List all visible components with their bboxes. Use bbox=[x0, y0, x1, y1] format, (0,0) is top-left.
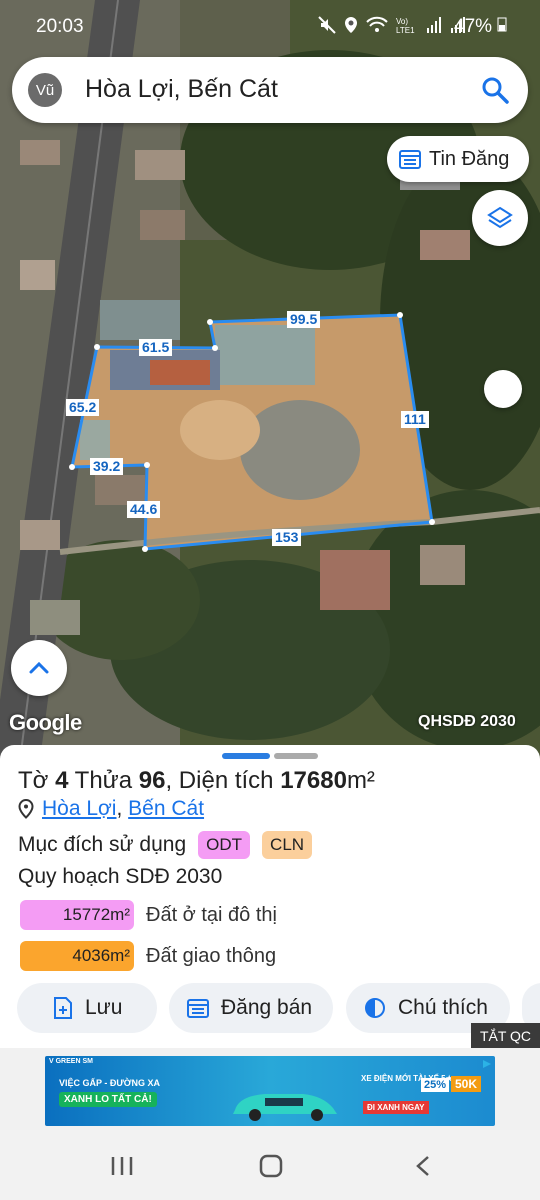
edge-length-label: 99.5 bbox=[287, 311, 321, 328]
status-bar: 20:03 Vo) LTE1 47% bbox=[0, 0, 540, 52]
ad-car-image bbox=[233, 1094, 337, 1121]
listing-icon bbox=[187, 999, 209, 1018]
search-query[interactable]: Hòa Lợi, Bến Cát bbox=[85, 75, 278, 104]
recents-icon[interactable] bbox=[110, 1155, 134, 1177]
purpose-chip-odt[interactable]: ODT bbox=[198, 831, 251, 859]
svg-text:LTE1: LTE1 bbox=[396, 26, 415, 34]
purpose-chip-cln[interactable]: CLN bbox=[262, 831, 313, 859]
sheet-handle-active[interactable] bbox=[222, 753, 270, 759]
purpose-label: Mục đích sử dụng bbox=[18, 833, 187, 856]
mute-icon bbox=[318, 16, 336, 34]
ward-link[interactable]: Hòa Lợi bbox=[42, 797, 116, 820]
land-use-purpose: Mục đích sử dụng ODT CLN bbox=[18, 831, 313, 859]
edge-length-label: 111 bbox=[401, 411, 429, 428]
screen: 99.5 61.5 65.2 111 39.2 44.6 153 20:03 V… bbox=[0, 0, 540, 1200]
edge-length-label: 65.2 bbox=[66, 399, 100, 416]
satellite-map[interactable]: 99.5 61.5 65.2 111 39.2 44.6 153 20:03 V… bbox=[0, 0, 540, 760]
sheet-number: 4 bbox=[55, 767, 69, 794]
contrast-icon bbox=[365, 998, 385, 1018]
ad-banner[interactable]: V GREEN SM VIỆC GẤP - ĐƯỜNG XA XANH LO T… bbox=[45, 1056, 495, 1126]
ad-promo-amount: 50K bbox=[451, 1076, 482, 1092]
parcel-summary: Tờ 4 Thửa 96, Diện tích 17680m² bbox=[18, 767, 375, 794]
home-icon[interactable] bbox=[259, 1154, 283, 1178]
edge-length-label: 39.2 bbox=[90, 458, 124, 475]
add-file-icon bbox=[54, 997, 72, 1019]
save-button[interactable]: Lưu bbox=[17, 983, 157, 1033]
post-for-sale-button[interactable]: Đăng bán bbox=[169, 983, 333, 1033]
plan-legend-row: 4036m² Đất giao thông bbox=[20, 941, 276, 971]
legend-label: Đất giao thông bbox=[146, 944, 277, 967]
close-ad-button[interactable]: TẮT QC bbox=[471, 1023, 540, 1049]
tin-dang-button[interactable]: Tin Đăng bbox=[387, 136, 529, 182]
layers-icon bbox=[487, 206, 513, 229]
wifi-icon bbox=[366, 16, 388, 32]
svg-text:Vo): Vo) bbox=[396, 17, 408, 26]
parcel-location: Hòa Lợi, Bến Cát bbox=[18, 797, 204, 821]
legend-area: 15772m² bbox=[20, 900, 134, 930]
legend-label: Đất ở tại đô thị bbox=[146, 903, 277, 926]
listing-icon bbox=[399, 150, 421, 169]
sheet-handle[interactable] bbox=[274, 753, 318, 759]
search-icon[interactable] bbox=[480, 75, 510, 105]
location-pin-icon bbox=[18, 799, 34, 819]
location-icon bbox=[345, 17, 357, 33]
parcel-area: 17680 bbox=[280, 767, 347, 794]
ad-cta[interactable]: ĐI XANH NGAY bbox=[363, 1101, 429, 1114]
edge-length-label: 153 bbox=[272, 529, 302, 546]
status-time: 20:03 bbox=[36, 16, 84, 37]
parcel-info-panel: Tờ 4 Thửa 96, Diện tích 17680m² Hòa Lợi,… bbox=[0, 745, 540, 1050]
edge-length-label: 61.5 bbox=[139, 339, 173, 356]
map-layer-label: QHSDĐ 2030 bbox=[418, 713, 516, 730]
plan-legend-row: 15772m² Đất ở tại đô thị bbox=[20, 900, 277, 930]
ad-slogan: XANH LO TẤT CẢ! bbox=[59, 1092, 157, 1107]
back-icon[interactable] bbox=[413, 1154, 433, 1178]
volte-icon: Vo)LTE1 bbox=[396, 17, 415, 34]
edge-length-label: 44.6 bbox=[127, 501, 161, 518]
signal-icon bbox=[427, 17, 441, 33]
ad-headline: VIỆC GẤP - ĐƯỜNG XA bbox=[59, 1078, 160, 1088]
system-nav-bar bbox=[0, 1130, 540, 1200]
ad-info-icon[interactable] bbox=[481, 1058, 493, 1070]
ad-container: V GREEN SM VIỆC GẤP - ĐƯỜNG XA XANH LO T… bbox=[0, 1048, 540, 1130]
district-link[interactable]: Bến Cát bbox=[128, 797, 204, 820]
ad-promo-percent: 25% bbox=[421, 1078, 450, 1092]
avatar[interactable]: Vũ bbox=[28, 73, 62, 107]
legend-area: 4036m² bbox=[20, 941, 134, 971]
battery-icon bbox=[497, 17, 507, 32]
plan-title: Quy hoạch SDĐ 2030 bbox=[18, 865, 223, 888]
parcel-number: 96 bbox=[138, 767, 166, 794]
ad-brand: V GREEN SM bbox=[49, 1058, 93, 1065]
layers-button[interactable] bbox=[472, 190, 528, 246]
chevron-up-icon bbox=[29, 661, 49, 674]
tin-dang-label: Tin Đăng bbox=[429, 147, 510, 170]
expand-up-button[interactable] bbox=[11, 640, 67, 696]
search-bar[interactable]: Vũ Hòa Lợi, Bến Cát bbox=[12, 57, 528, 123]
battery-percent: 47% bbox=[454, 16, 507, 38]
google-logo: Google bbox=[9, 710, 82, 735]
side-handle-button[interactable] bbox=[484, 370, 522, 408]
